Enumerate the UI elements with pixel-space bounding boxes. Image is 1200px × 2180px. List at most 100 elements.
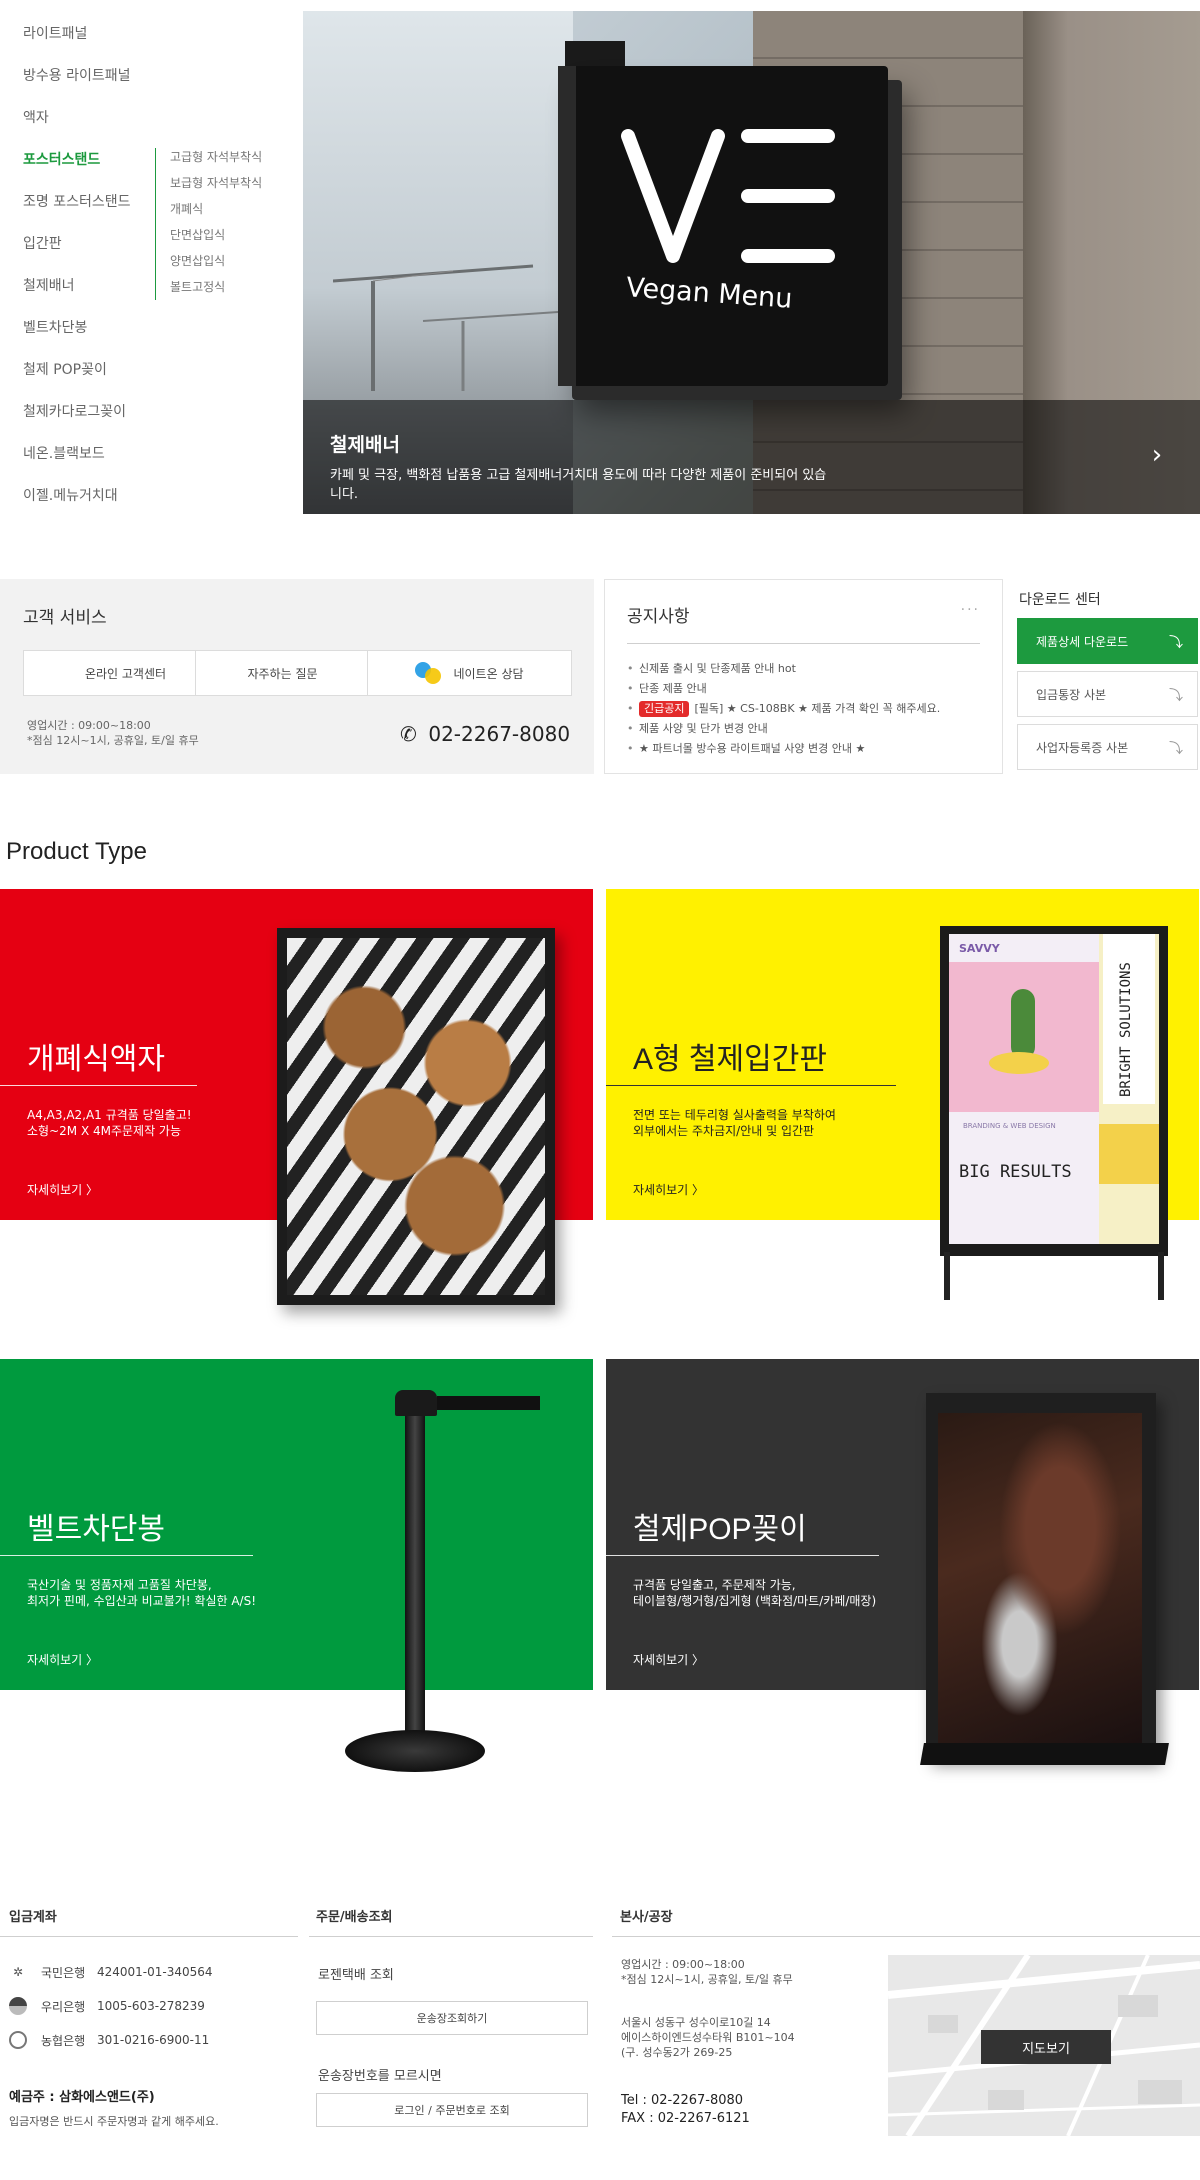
office-tel: Tel : 02-2267-8080 (621, 2093, 744, 2108)
notice-text: 단종 제품 안내 (639, 682, 707, 695)
category-item[interactable]: 벨트차단봉 (23, 317, 87, 337)
hours-note: *점심 12시~1시, 공휴일, 토/일 휴무 (621, 1973, 793, 1986)
track-shipment-button[interactable]: 운송장조회하기 (316, 2001, 588, 2035)
hours-line: 영업시간 : 09:00~18:00 (621, 1958, 745, 1971)
carrier-label: 로젠택배 조회 (318, 1968, 394, 1983)
notice-panel: 공지사항 ··· 신제품 출시 및 단종제품 안내 hot 단종 제품 안내 긴… (604, 579, 1003, 774)
category-nav: 라이트패널 방수용 라이트패널 액자 포스터스탠드 조명 포스터스탠드 입간판 … (0, 0, 300, 515)
hero-caption: 철제배너 카페 및 극장, 백화점 납품용 고급 철제배너거치대 용도에 따라 … (303, 400, 1200, 514)
location-map[interactable]: 지도보기 (888, 1955, 1200, 2136)
bank-name: 농협은행 (41, 2033, 86, 2048)
bank-account-row: ✲ 국민은행 424001-01-340564 (9, 1963, 213, 1981)
card-description: 국산기술 및 정품자재 고품질 차단봉, 최저가 핀메, 수입산과 비교불가! … (27, 1577, 256, 1609)
desc-line: 전면 또는 테두리형 실사출력을 부착하여 (633, 1108, 836, 1122)
download-center: 다운로드 센터 제품상세 다운로드 ⤵ 입금통장 사본 ⤵ 사업자등록증 사본 … (1017, 579, 1200, 779)
business-license-button[interactable]: 사업자등록증 사본 ⤵ (1017, 724, 1198, 770)
category-item[interactable]: 철제카다로그꽂이 (23, 401, 126, 421)
footer-office-title: 본사/공장 (620, 1910, 673, 1925)
card-title: 철제POP꽂이 (633, 1513, 807, 1546)
phone-icon: ✆ (400, 722, 417, 746)
notice-list: 신제품 출시 및 단종제품 안내 hot 단종 제품 안내 긴급공지 [필독] ★… (627, 659, 987, 759)
more-icon[interactable]: ··· (961, 602, 980, 618)
card-divider (606, 1085, 896, 1086)
notice-item[interactable]: 제품 사양 및 단가 변경 안내 (627, 719, 987, 739)
notice-item[interactable]: 단종 제품 안내 (627, 679, 987, 699)
product-detail-download-button[interactable]: 제품상세 다운로드 ⤵ (1017, 618, 1198, 664)
category-item[interactable]: 액자 (23, 107, 49, 127)
button-label: 제품상세 다운로드 (1036, 634, 1129, 649)
card-title: 개폐식액자 (27, 1043, 165, 1076)
divider (309, 1936, 593, 1937)
poster-side: BRIGHT SOLUTIONS (1118, 962, 1134, 1097)
a-stand-product-image: SAVVY BRANDING & WEB DESIGN BIG RESULTS … (940, 926, 1168, 1300)
subcategory-item[interactable]: 양면삽입식 (170, 252, 225, 269)
view-map-button[interactable]: 지도보기 (981, 2030, 1111, 2064)
desc-line: 소형~2M X 4M주문제작 가능 (27, 1124, 182, 1138)
nateon-chat-button[interactable]: 네이트온 상담 (367, 650, 572, 696)
address-line: 서울시 성동구 성수이로10길 14 (621, 2016, 771, 2029)
more-link[interactable]: 자세히보기 〉 (27, 1651, 98, 1668)
category-item[interactable]: 철제 POP꽂이 (23, 359, 107, 379)
desc-line: 규격품 당일출고, 주문제작 가능, (633, 1578, 796, 1592)
subcategory-item[interactable]: 고급형 자석부착식 (170, 148, 262, 165)
download-arrow-icon: ⤵ (1169, 635, 1183, 651)
category-item[interactable]: 입간판 (23, 233, 62, 253)
nh-bank-icon (9, 2031, 27, 2049)
section-title: 공지사항 (627, 607, 690, 627)
login-lookup-button[interactable]: 로그인 / 주문번호로 조회 (316, 2093, 588, 2127)
desc-line: 국산기술 및 정품자재 고품질 차단봉, (27, 1578, 212, 1592)
frame-product-image (277, 928, 555, 1305)
category-item[interactable]: 철제배너 (23, 275, 75, 295)
subcategory-item[interactable]: 볼트고정식 (170, 278, 225, 295)
hours-note: *점심 12시~1시, 공휴일, 토/일 휴무 (27, 734, 199, 747)
chevron-right-icon[interactable]: › (1142, 440, 1172, 470)
faq-button[interactable]: 자주하는 질문 (195, 650, 370, 696)
notice-item[interactable]: 신제품 출시 및 단종제품 안내 hot (627, 659, 987, 679)
desc-line: 외부에서는 주차금지/안내 및 입간판 (633, 1124, 815, 1138)
category-item[interactable]: 조명 포스터스탠드 (23, 191, 131, 211)
bankbook-copy-button[interactable]: 입금통장 사본 ⤵ (1017, 671, 1198, 717)
card-title: A형 철제입간판 (633, 1043, 827, 1076)
food-photo (287, 938, 545, 1295)
button-label: 입금통장 사본 (1036, 687, 1107, 702)
subcategory-item[interactable]: 단면삽입식 (170, 226, 225, 243)
account-holder: 예금주 : 삼화에스앤드(주) (9, 2090, 155, 2105)
category-item-active[interactable]: 포스터스탠드 (23, 149, 100, 169)
notice-item[interactable]: 긴급공지 [필독] ★ CS-108BK ★ 제품 가격 확인 꼭 해주세요. (627, 699, 987, 719)
account-number: 1005-603-278239 (97, 1999, 205, 2013)
poster-big: BIG RESULTS (959, 1162, 1072, 1182)
card-description: 전면 또는 테두리형 실사출력을 부착하여 외부에서는 주차금지/안내 및 입간… (633, 1107, 836, 1139)
card-divider (0, 1555, 253, 1556)
hero-banner[interactable]: Vegan Menu 철제배너 카페 및 극장, 백화점 납품용 고급 철제배너… (303, 11, 1200, 514)
card-divider (606, 1555, 879, 1556)
beer-photo (938, 1413, 1142, 1743)
subcategory-item[interactable]: 개폐식 (170, 200, 203, 217)
more-link[interactable]: 자세히보기 〉 (633, 1181, 704, 1198)
crane-image (333, 264, 573, 391)
category-item[interactable]: 네온.블랙보드 (23, 443, 105, 463)
hours-line: 영업시간 : 09:00~18:00 (27, 719, 151, 732)
card-description: 규격품 당일출고, 주문제작 가능, 테이블형/행거형/집게형 (백화점/마트/… (633, 1577, 876, 1609)
sign-board: Vegan Menu (558, 66, 888, 386)
more-link[interactable]: 자세히보기 〉 (27, 1181, 98, 1198)
notice-text: [필독] ★ CS-108BK ★ 제품 가격 확인 꼭 해주세요. (694, 702, 941, 715)
hero-title: 철제배너 (330, 434, 400, 456)
nateon-icon (415, 662, 445, 684)
button-label: 로그인 / 주문번호로 조회 (394, 2104, 510, 2117)
category-item[interactable]: 이젤.메뉴거치대 (23, 485, 118, 505)
category-item[interactable]: 라이트패널 (23, 23, 87, 43)
category-item[interactable]: 방수용 라이트패널 (23, 65, 131, 85)
sign-side (558, 66, 576, 386)
desc-line: A4,A3,A2,A1 규격품 당일출고! (27, 1108, 192, 1122)
kb-bank-icon: ✲ (12, 1965, 24, 1979)
divider (627, 643, 980, 644)
subcategory-item[interactable]: 보급형 자석부착식 (170, 174, 262, 191)
notice-text: ★ 파트너몰 방수용 라이트패널 사양 변경 안내 ★ (639, 742, 866, 755)
business-hours: 영업시간 : 09:00~18:00 *점심 12시~1시, 공휴일, 토/일 … (27, 718, 199, 748)
address-line: 에이스하이엔드성수타워 B101~104 (621, 2031, 795, 2044)
notice-item[interactable]: ★ 파트너몰 방수용 라이트패널 사양 변경 안내 ★ (627, 739, 987, 759)
bank-account-row: 우리은행 1005-603-278239 (9, 1997, 205, 2015)
urgent-badge: 긴급공지 (639, 701, 690, 717)
more-link[interactable]: 자세히보기 〉 (633, 1651, 704, 1668)
button-label: 지도보기 (1022, 2041, 1070, 2057)
